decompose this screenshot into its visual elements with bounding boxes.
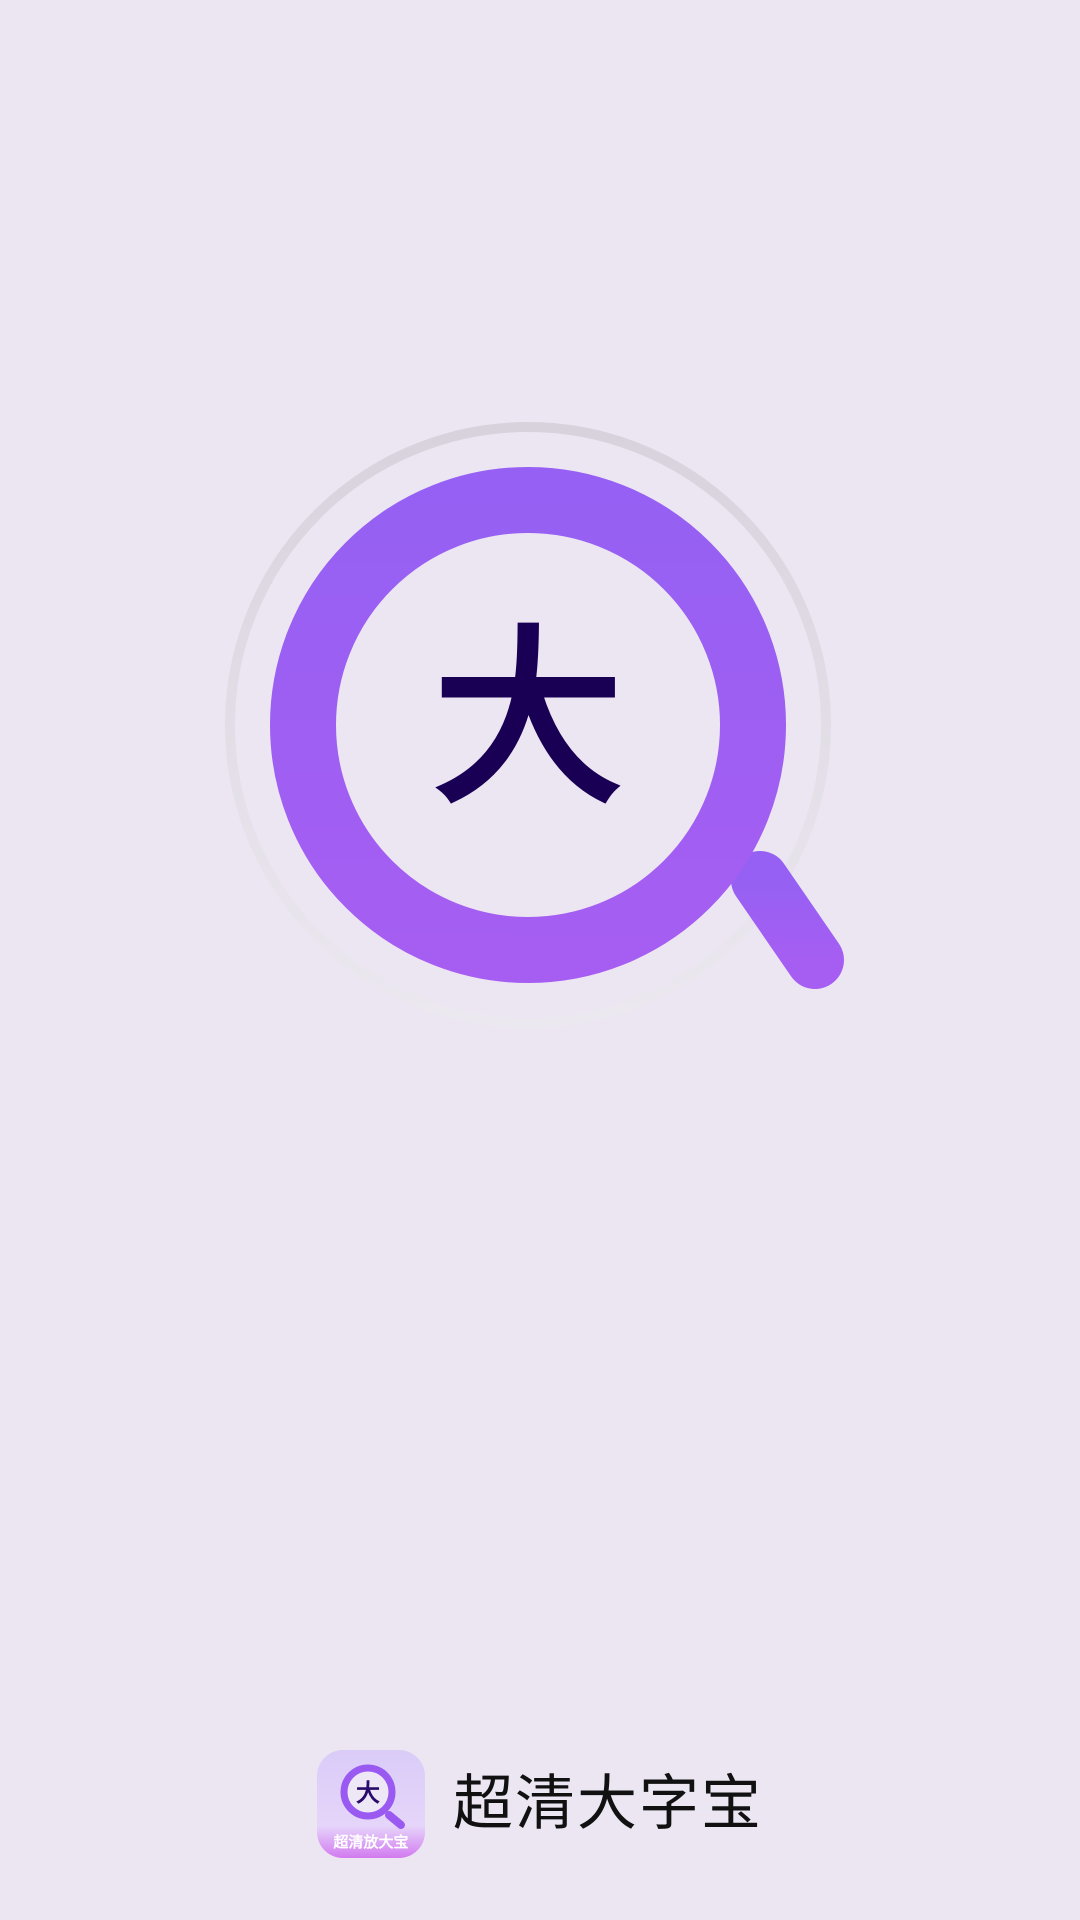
app-icon: 大 超清放大宝 (317, 1750, 425, 1858)
magnifier-icon: 大 (225, 422, 844, 1028)
hero-char: 大 (433, 609, 623, 830)
splash-screen: 大 大 超清放大宝 超清大字宝 (0, 0, 1080, 1920)
app-icon-caption: 超清放大宝 (333, 1833, 409, 1851)
magnifier-handle (731, 851, 844, 989)
app-icon-char: 大 (356, 1779, 380, 1807)
footer-branding: 大 超清放大宝 超清大字宝 (0, 1748, 1080, 1860)
splash-hero: 大 (0, 0, 1080, 1100)
app-name: 超清大字宝 (453, 1769, 763, 1839)
